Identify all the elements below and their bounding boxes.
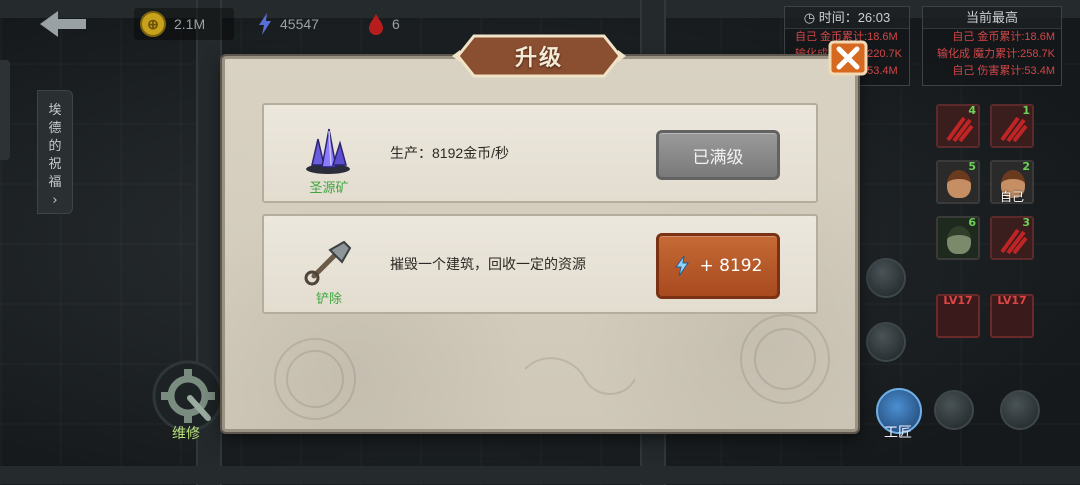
mana-counter: 45547 xyxy=(258,10,319,38)
skill-slot[interactable]: 3 xyxy=(990,216,1034,260)
character-face-icon xyxy=(947,170,971,198)
blood-drop-icon xyxy=(369,14,383,35)
dialog-title: 升级 xyxy=(514,46,563,71)
timer: ◷ 时间：26:03 xyxy=(785,7,909,29)
portrait-count: 2 xyxy=(1022,160,1030,173)
portrait-count: 5 xyxy=(968,160,976,173)
max-level-button[interactable]: 已满级 xyxy=(656,130,780,180)
stat-line: 自己 金币累计:18.6M xyxy=(952,31,1055,43)
level-badge-slot[interactable]: LV17 xyxy=(990,294,1034,338)
demolish-description: 摧毁一个建筑，回收一定的资源 xyxy=(390,256,586,272)
character-portrait[interactable]: 6 xyxy=(936,216,980,260)
demolish-button[interactable]: + 8192 xyxy=(656,233,780,299)
demolish-row: 铲除 摧毁一个建筑，回收一定的资源 + 8192 xyxy=(262,214,818,314)
left-edge-tab xyxy=(0,60,10,160)
best-stats-title: 当前最高 xyxy=(923,7,1061,29)
lightning-icon xyxy=(674,256,689,276)
lightning-icon xyxy=(259,13,271,35)
claw-icon xyxy=(946,116,974,142)
level-badge-slot[interactable]: LV17 xyxy=(936,294,980,338)
close-button[interactable] xyxy=(826,38,870,78)
tower-orb-icon[interactable] xyxy=(866,322,906,362)
claw-icon xyxy=(1000,228,1028,254)
portrait-name: 自己 xyxy=(999,190,1024,204)
chevron-right-icon: › xyxy=(52,193,58,208)
stat-line: 输化成 魔力累计:258.7K xyxy=(937,48,1055,60)
shovel-icon xyxy=(304,240,352,286)
gold-counter: ⊕ 2.1M xyxy=(140,10,205,38)
side-tab-char: 祝 xyxy=(48,157,62,172)
side-tab-char: 德 xyxy=(48,121,62,136)
side-tab-char: 埃 xyxy=(48,103,62,118)
portrait-count: 6 xyxy=(968,216,976,229)
map-wall xyxy=(0,466,1080,484)
craftsman-label: 工匠 xyxy=(884,425,912,441)
demolish-name: 铲除 xyxy=(315,292,342,307)
mana-value: 45547 xyxy=(280,16,319,32)
blood-value: 6 xyxy=(392,16,400,32)
claw-icon xyxy=(1000,116,1028,142)
blessing-side-tab[interactable]: 埃 德 的 祝 福 › xyxy=(37,90,73,214)
best-stats-panel: 当前最高 自己 金币累计:18.6M 输化成 魔力累计:258.7K 自己 伤害… xyxy=(922,6,1062,86)
skill-slot[interactable]: 1 xyxy=(990,104,1034,148)
back-arrow-icon[interactable] xyxy=(36,8,88,40)
side-tab-char: 的 xyxy=(48,139,62,154)
building-name: 圣源矿 xyxy=(309,181,349,196)
character-face-icon xyxy=(947,226,971,254)
demolish-refund-amount: + 8192 xyxy=(699,256,763,276)
gold-value: 2.1M xyxy=(174,16,206,32)
clock-icon: ◷ xyxy=(803,10,816,25)
repair-label: 维修 xyxy=(172,426,200,442)
crystal-mine-icon xyxy=(306,128,350,174)
building-info-row: 圣源矿 生产：8192金币/秒 已满级 xyxy=(262,103,818,203)
skill-slot[interactable]: 4 xyxy=(936,104,980,148)
level-badge-text: LV17 xyxy=(943,294,973,307)
blood-counter: 6 xyxy=(368,10,400,38)
tower-orb-icon[interactable] xyxy=(1000,390,1040,430)
building-production-text: 生产：8192金币/秒 xyxy=(390,145,510,161)
tower-orb-icon[interactable] xyxy=(866,258,906,298)
side-tab-char: 福 xyxy=(48,175,62,190)
character-portrait[interactable]: 2 自己 xyxy=(990,160,1034,204)
tower-orb-icon[interactable] xyxy=(934,390,974,430)
gold-coin-icon: ⊕ xyxy=(140,11,166,37)
character-portrait[interactable]: 5 xyxy=(936,160,980,204)
stat-line: 自己 伤害累计:53.4M xyxy=(952,65,1055,77)
timer-text: 时间：26:03 xyxy=(818,10,891,25)
level-badge-text: LV17 xyxy=(997,294,1027,307)
